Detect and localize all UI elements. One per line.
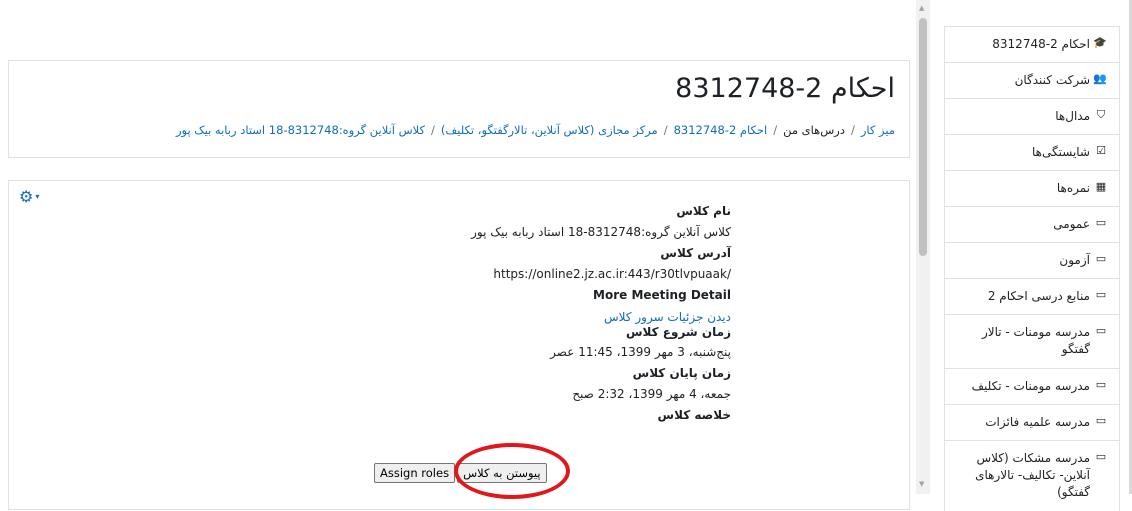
class-info: نام کلاس کلاس آنلاین گروه:8312748-18 است… [171, 201, 731, 426]
breadcrumb-course[interactable]: احکام 2-8312748 [674, 123, 768, 137]
nav-item-label: مدرسه مشکات (کلاس آنلاین- تکالیف- تالاره… [975, 451, 1090, 499]
end-time-value: جمعه، 4 مهر 1399، 2:32 صبح [572, 387, 731, 401]
start-time-label: زمان شروع کلاس [625, 325, 731, 339]
more-meeting-detail-label: More Meeting Detail [593, 288, 731, 302]
nav-item-label: عمومی [1053, 217, 1090, 231]
end-time-label: زمان پایان کلاس [632, 366, 731, 380]
breadcrumb-section[interactable]: مرکز مجازی (کلاس آنلاین، تالارگفتگو، تکل… [441, 123, 658, 137]
nav-item-participants[interactable]: 👥 شرکت کنندگان [945, 63, 1119, 99]
graduation-cap-icon: 🎓 [1093, 36, 1107, 49]
folder-icon: ▭ [1095, 324, 1107, 337]
gear-icon: ⚙ [19, 187, 34, 206]
nav-item-quiz[interactable]: ▭ آزمون [945, 243, 1119, 279]
nav-item-course[interactable]: 🎓 احکام 2-8312748 [945, 27, 1119, 63]
folder-icon: ▭ [1095, 414, 1107, 427]
nav-item-label: مدرسه مومنات - تالار گفتگو [981, 325, 1090, 356]
nav-item-label: نمره‌ها [1056, 181, 1090, 195]
nav-item-label: مدال‌ها [1055, 109, 1090, 123]
nav-item-mominat-forum[interactable]: ▭ مدرسه مومنات - تالار گفتگو [945, 315, 1119, 369]
server-details-link[interactable]: دیدن جزئیات سرور کلاس [604, 310, 731, 324]
breadcrumb-separator: / [430, 123, 435, 137]
class-name-value: کلاس آنلاین گروه:8312748-18 استاد ربابه … [471, 225, 731, 239]
settings-menu-toggle[interactable]: ⚙ ▾ [19, 187, 39, 206]
folder-icon: ▭ [1095, 450, 1107, 463]
folder-icon: ▭ [1095, 252, 1107, 265]
class-address-value: https://online2.jz.ac.ir:443/r30tlvpuaak… [493, 267, 731, 281]
page-header: احکام 2-8312748 میز کار / درس‌های من / احکام… [8, 60, 910, 158]
nav-item-label: شایستگی‌ها [1032, 145, 1090, 159]
nav-item-faezat[interactable]: ▭ مدرسه علمیه فائزات [945, 405, 1119, 441]
main-content: ⚙ ▾ نام کلاس کلاس آنلاین گروه:8312748-18… [8, 180, 910, 510]
breadcrumb-my-courses: درس‌های من [783, 123, 845, 137]
nav-item-resources[interactable]: ▭ منابع درسی احکام 2 [945, 279, 1119, 315]
breadcrumb-separator: / [663, 123, 668, 137]
nav-item-label: منابع درسی احکام 2 [987, 289, 1090, 303]
class-address-label: آدرس کلاس [660, 246, 731, 260]
check-square-icon: ☑ [1096, 144, 1106, 157]
nav-item-label: مدرسه علمیه فائزات [985, 415, 1090, 429]
nav-item-meshkat[interactable]: ▭ مدرسه مشکات (کلاس آنلاین- تکالیف- تالا… [945, 441, 1119, 511]
breadcrumb-separator: / [773, 123, 778, 137]
breadcrumb-activity[interactable]: کلاس آنلاین گروه:8312748-18 استاد ربابه … [176, 123, 425, 137]
breadcrumb-dashboard[interactable]: میز کار [861, 123, 895, 137]
breadcrumb: میز کار / درس‌های من / احکام 2-8312748 / مرکز … [176, 123, 895, 137]
nav-item-label: مدرسه مومنات - تکلیف [971, 379, 1090, 393]
scroll-down-icon[interactable]: ▼ [919, 480, 924, 488]
nav-item-label: آزمون [1059, 253, 1090, 267]
nav-item-mominat-assignment[interactable]: ▭ مدرسه مومنات - تکلیف [945, 369, 1119, 405]
class-summary-label: خلاصه کلاس [657, 408, 731, 422]
shield-icon: ⛉ [1096, 108, 1106, 121]
users-icon: 👥 [1093, 72, 1107, 85]
scrollbar-thumb[interactable] [919, 18, 927, 256]
table-icon: ▦ [1095, 180, 1107, 193]
nav-item-competencies[interactable]: ☑ شایستگی‌ها [945, 135, 1119, 171]
nav-item-label: شرکت کنندگان [1014, 73, 1090, 87]
action-buttons: Assign roles پیوستن به کلاس [374, 463, 547, 483]
page-title: احکام 2-8312748 [675, 73, 895, 104]
scroll-up-icon[interactable]: ▲ [919, 4, 924, 12]
nav-item-badges[interactable]: ⛉ مدال‌ها [945, 99, 1119, 135]
class-name-label: نام کلاس [676, 204, 731, 218]
start-time-value: پنج‌شنبه، 3 مهر 1399، 11:45 عصر [550, 345, 731, 359]
caret-down-icon: ▾ [35, 192, 40, 201]
breadcrumb-separator: / [850, 123, 855, 137]
folder-icon: ▭ [1095, 288, 1107, 301]
nav-item-label: احکام 2-8312748 [992, 37, 1090, 51]
course-navigation-drawer: 🎓 احکام 2-8312748 👥 شرکت کنندگان ⛉ مدال‌… [944, 26, 1120, 511]
page-scrollbar[interactable]: ▲ ▼ [916, 0, 930, 494]
join-class-button[interactable]: پیوستن به کلاس [457, 463, 547, 483]
nav-item-general[interactable]: ▭ عمومی [945, 207, 1119, 243]
folder-icon: ▭ [1095, 216, 1107, 229]
assign-roles-button[interactable]: Assign roles [374, 463, 456, 483]
nav-item-grades[interactable]: ▦ نمره‌ها [945, 171, 1119, 207]
folder-icon: ▭ [1095, 378, 1107, 391]
